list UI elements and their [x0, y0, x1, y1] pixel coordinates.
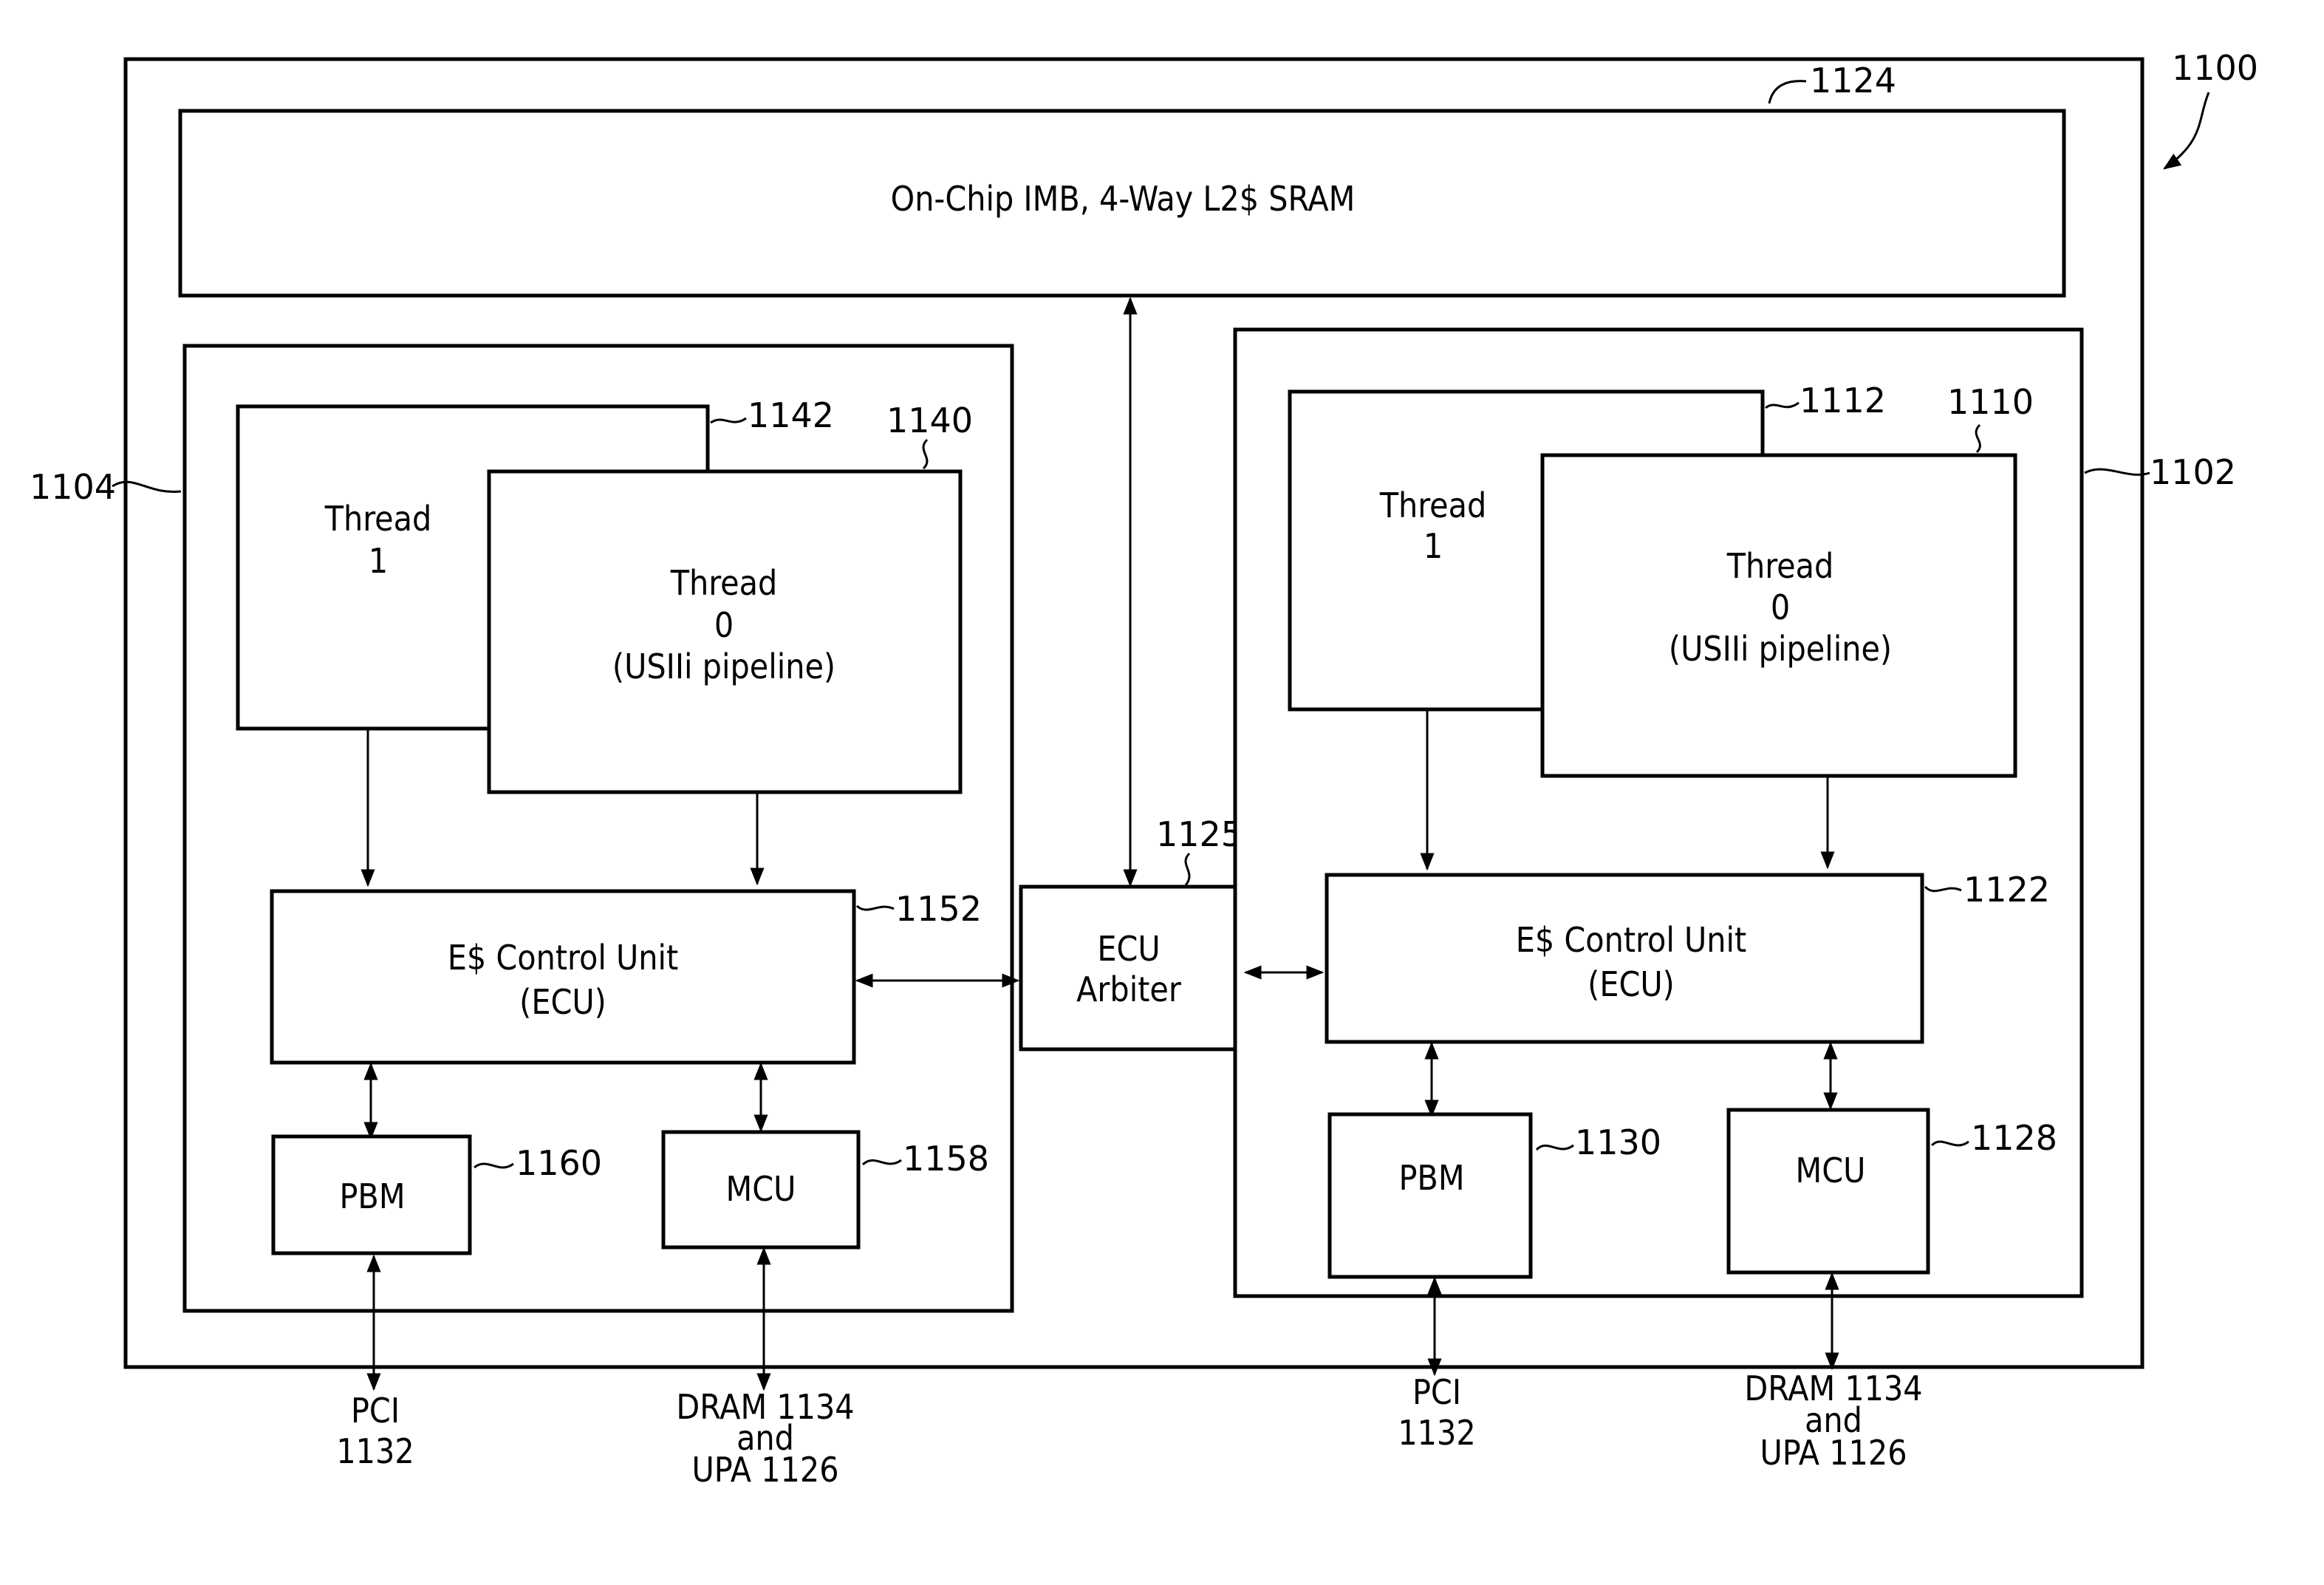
right-thread0-line1: Thread — [1726, 546, 1834, 586]
ref-1128: 1128 — [1971, 1118, 2057, 1158]
arbiter-line2: Arbiter — [1076, 969, 1182, 1009]
processor-block-diagram: On-Chip IMB, 4-Way L2$ SRAM 1124 1100 11… — [30, 48, 2258, 1490]
left-thread0-line2: 0 — [714, 605, 734, 645]
ref-1140: 1140 — [886, 400, 973, 440]
ref-1124: 1124 — [1810, 61, 1896, 100]
left-mcu-label: MCU — [726, 1169, 796, 1209]
right-pbm-label: PBM — [1398, 1158, 1464, 1198]
right-mcu-label: MCU — [1796, 1151, 1866, 1190]
ref-1112: 1112 — [1800, 381, 1886, 420]
left-pci-line1: PCI — [351, 1391, 400, 1431]
figure-pointer-arrow-icon — [2163, 92, 2210, 170]
left-pci-line2: 1132 — [336, 1431, 414, 1471]
left-thread1-line2: 1 — [369, 541, 388, 581]
left-thread1-line1: Thread — [324, 499, 432, 539]
left-thread0-line1: Thread — [670, 563, 778, 603]
right-pci-line1: PCI — [1412, 1372, 1461, 1412]
right-mcu-box — [1726, 1108, 1930, 1275]
right-thread0-line2: 0 — [1771, 587, 1790, 627]
ref-1130: 1130 — [1575, 1122, 1661, 1162]
left-dram-line3: UPA 1126 — [691, 1450, 838, 1490]
ref-1142: 1142 — [748, 395, 834, 435]
right-thread1-line1: Thread — [1379, 485, 1487, 525]
left-ecu-line2: (ECU) — [519, 982, 606, 1022]
right-ecu-line1: E$ Control Unit — [1516, 920, 1746, 960]
right-dram-line3: UPA 1126 — [1760, 1433, 1907, 1473]
ref-1122: 1122 — [1964, 870, 2050, 910]
right-thread0-line3: (USIIi pipeline) — [1669, 629, 1892, 669]
left-pbm-label: PBM — [339, 1176, 405, 1216]
arbiter-line1: ECU — [1097, 929, 1160, 969]
right-thread1-line2: 1 — [1424, 526, 1443, 566]
ref-1125: 1125 — [1156, 814, 1243, 854]
ref-1100: 1100 — [2172, 48, 2258, 88]
ref-1158: 1158 — [903, 1139, 989, 1179]
ref-1102: 1102 — [2150, 452, 2236, 492]
ref-1110: 1110 — [1947, 382, 2034, 422]
ref-1152: 1152 — [895, 889, 982, 929]
left-ecu-line1: E$ Control Unit — [448, 938, 678, 978]
right-pci-line2: 1132 — [1398, 1413, 1475, 1453]
l2-sram-label: On-Chip IMB, 4-Way L2$ SRAM — [891, 179, 1356, 219]
ref-1160: 1160 — [516, 1143, 602, 1183]
right-ecu-line2: (ECU) — [1588, 964, 1675, 1004]
ref-1104: 1104 — [30, 467, 116, 507]
left-thread0-line3: (USIIi pipeline) — [612, 647, 835, 686]
